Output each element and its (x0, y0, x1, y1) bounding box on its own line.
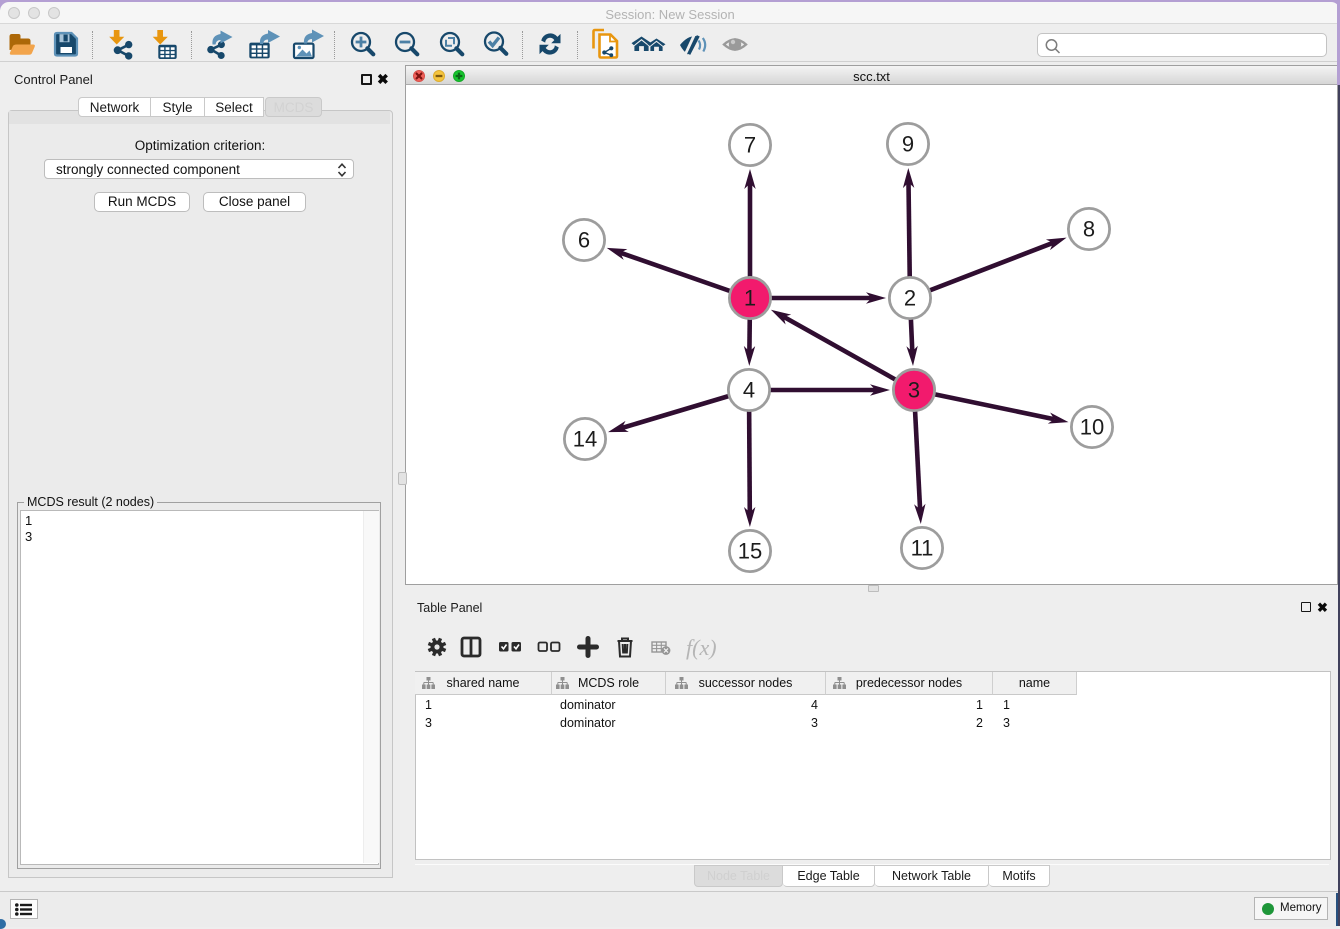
svg-text:2: 2 (904, 286, 916, 311)
svg-text:10: 10 (1080, 415, 1104, 440)
svg-text:11: 11 (911, 536, 934, 561)
svg-text:9: 9 (902, 132, 914, 157)
svg-text:15: 15 (738, 539, 762, 564)
svg-text:f(x): f(x) (686, 635, 717, 660)
svg-text:7: 7 (744, 133, 756, 158)
svg-text:1: 1 (744, 286, 756, 311)
svg-text:14: 14 (573, 427, 597, 452)
svg-text:6: 6 (578, 228, 590, 253)
svg-text:3: 3 (908, 378, 920, 403)
svg-text:4: 4 (743, 378, 755, 403)
svg-text:8: 8 (1083, 217, 1095, 242)
